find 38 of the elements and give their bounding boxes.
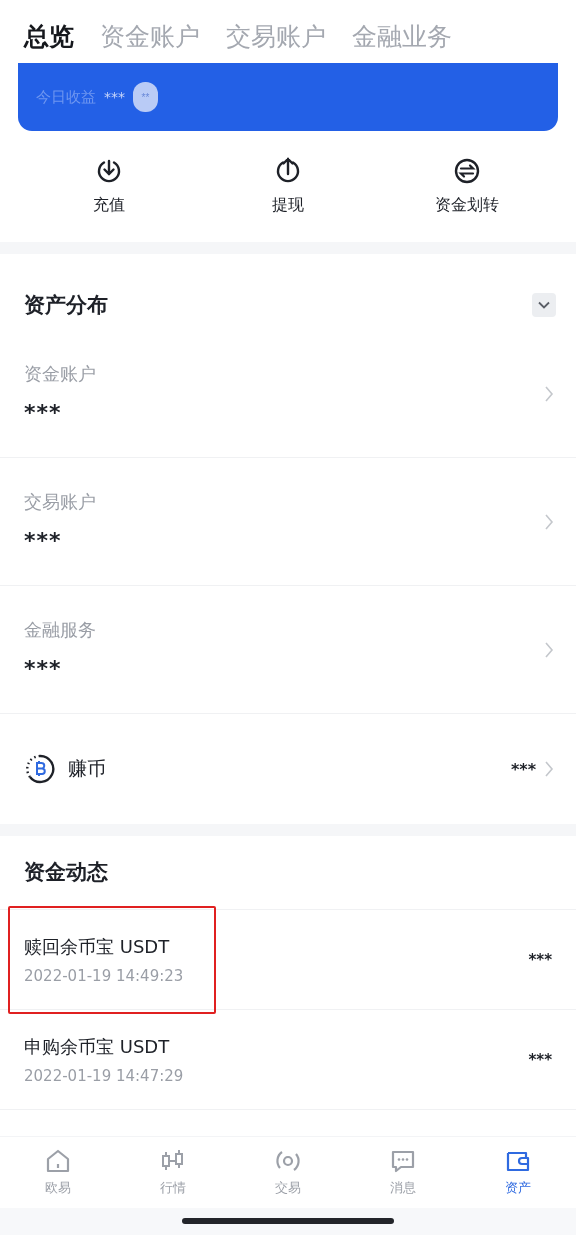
chevron-icon — [544, 760, 554, 778]
account-row[interactable]: 金融服务 *** — [0, 586, 576, 714]
activity-title: 赎回余币宝 USDT — [24, 934, 171, 959]
earnings-label: 今日收益 — [36, 87, 96, 107]
expand-button[interactable] — [532, 293, 556, 317]
activity-row[interactable]: 申购余币宝 USDT 2022-01-19 14:47:29 *** — [0, 1010, 576, 1110]
account-row[interactable]: 交易账户 *** — [0, 458, 576, 586]
section-title: 资产分布 — [24, 292, 108, 319]
account-name: 金融服务 — [24, 618, 96, 642]
account-row[interactable]: 资金账户 *** — [0, 330, 576, 458]
nav-tab[interactable]: 资产 — [460, 1137, 576, 1208]
chevron-icon — [544, 512, 554, 531]
activity-amount: *** — [528, 1050, 552, 1069]
earnings-value: *** — [104, 89, 125, 105]
chevron-down-icon — [538, 301, 550, 309]
account-name: 交易账户 — [24, 490, 96, 514]
action-button[interactable]: 充值 — [49, 157, 170, 216]
earn-value: *** — [510, 759, 536, 779]
activity-title: 申购余币宝 USDT — [24, 1034, 171, 1059]
chevron-icon — [544, 640, 554, 659]
tab[interactable]: 总览 — [24, 20, 74, 53]
activity-time: 2022-01-19 14:49:23 — [24, 966, 184, 985]
upload-icon — [274, 157, 302, 185]
transfer-icon — [452, 157, 481, 185]
action-button[interactable]: 资金划转 — [406, 157, 527, 216]
activity-time: 2022-01-19 14:47:29 — [24, 1066, 184, 1085]
chevron-icon — [544, 384, 554, 403]
earn-row[interactable]: 赚币 *** — [0, 714, 576, 824]
account-name: 资金账户 — [24, 362, 96, 386]
account-value: *** — [24, 656, 63, 681]
activity-row[interactable]: 赎回余币宝 USDT 2022-01-19 14:49:23 *** — [0, 910, 576, 1010]
action-button[interactable]: 提现 — [228, 157, 348, 216]
activity-amount: *** — [528, 950, 552, 969]
account-value: *** — [24, 400, 63, 425]
section-title: 资金动态 — [24, 860, 108, 884]
earn-label: 赚币 — [68, 756, 107, 781]
account-value: *** — [24, 528, 63, 553]
coin-icon — [24, 753, 56, 785]
